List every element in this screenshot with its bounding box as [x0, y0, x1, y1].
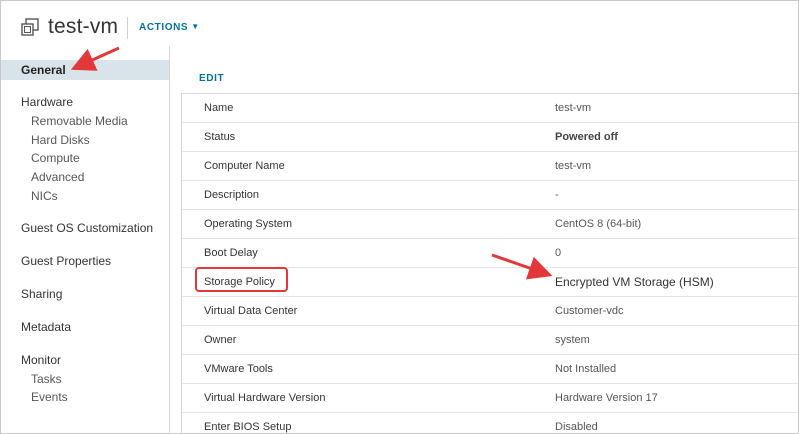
annotation-highlight-box: [195, 267, 288, 292]
property-label: Boot Delay: [204, 247, 258, 259]
table-row: Enter BIOS Setup Disabled: [182, 413, 798, 433]
sidebar-item-general[interactable]: General: [1, 60, 169, 80]
property-value: Encrypted VM Storage (HSM): [555, 275, 714, 289]
actions-menu-button[interactable]: ACTIONS ▼: [139, 22, 200, 33]
page-header: test-vm ACTIONS ▼: [1, 1, 798, 51]
vm-details-window: test-vm ACTIONS ▼ General Hardware Remova…: [0, 0, 799, 434]
edit-button[interactable]: EDIT: [199, 73, 224, 84]
table-row: VMware Tools Not Installed: [182, 355, 798, 384]
sidebar-item-guest-properties[interactable]: Guest Properties: [1, 251, 169, 271]
table-row: Boot Delay 0: [182, 239, 798, 268]
table-row: Owner system: [182, 326, 798, 355]
properties-table: Name test-vm Status Powered off Computer…: [181, 93, 798, 433]
table-row: Virtual Data Center Customer-vdc: [182, 297, 798, 326]
chevron-down-icon: ▼: [191, 22, 200, 31]
sidebar-item-events[interactable]: Events: [1, 387, 169, 407]
table-row: Operating System CentOS 8 (64-bit): [182, 210, 798, 239]
property-label: Virtual Hardware Version: [204, 392, 326, 404]
property-value: test-vm: [555, 160, 592, 172]
property-value: Not Installed: [555, 363, 617, 375]
property-value: test-vm: [555, 102, 592, 114]
table-row: Description -: [182, 181, 798, 210]
sidebar-item-hard-disks[interactable]: Hard Disks: [1, 130, 169, 150]
property-value: CentOS 8 (64-bit): [555, 218, 642, 230]
property-value: Hardware Version 17: [555, 392, 658, 404]
property-value: system: [555, 334, 590, 346]
sidebar-item-monitor[interactable]: Monitor: [1, 350, 169, 370]
table-row: Name test-vm: [182, 94, 798, 123]
property-value: -: [555, 189, 559, 201]
sidebar-item-sharing[interactable]: Sharing: [1, 284, 169, 304]
actions-label: ACTIONS: [139, 22, 189, 33]
property-label: Description: [204, 189, 260, 201]
property-label: Operating System: [204, 218, 293, 230]
sidebar-item-compute[interactable]: Compute: [1, 148, 169, 168]
sidebar-item-advanced[interactable]: Advanced: [1, 167, 169, 187]
sidebar-item-metadata[interactable]: Metadata: [1, 317, 169, 337]
table-row: Status Powered off: [182, 123, 798, 152]
sidebar: General Hardware Removable Media Hard Di…: [1, 46, 170, 433]
sidebar-item-tasks[interactable]: Tasks: [1, 369, 169, 389]
property-value: 0: [555, 247, 562, 259]
table-row: Computer Name test-vm: [182, 152, 798, 181]
sidebar-item-removable-media[interactable]: Removable Media: [1, 111, 169, 131]
property-label: Owner: [204, 334, 237, 346]
property-label: Computer Name: [204, 160, 285, 172]
property-label: Enter BIOS Setup: [204, 421, 292, 433]
sidebar-item-nics[interactable]: NICs: [1, 186, 169, 206]
sidebar-item-guest-os-customization[interactable]: Guest OS Customization: [1, 218, 169, 238]
property-label: Status: [204, 131, 236, 143]
property-label: Name: [204, 102, 234, 114]
virtual-machine-icon: [21, 18, 39, 36]
page-title: test-vm: [48, 15, 119, 38]
sidebar-item-hardware[interactable]: Hardware: [1, 92, 169, 112]
header-divider: [127, 17, 128, 39]
property-label: Virtual Data Center: [204, 305, 298, 317]
table-row: Virtual Hardware Version Hardware Versio…: [182, 384, 798, 413]
property-value: Customer-vdc: [555, 305, 624, 317]
property-value: Disabled: [555, 421, 598, 433]
property-value: Powered off: [555, 131, 618, 143]
property-label: VMware Tools: [204, 363, 273, 375]
